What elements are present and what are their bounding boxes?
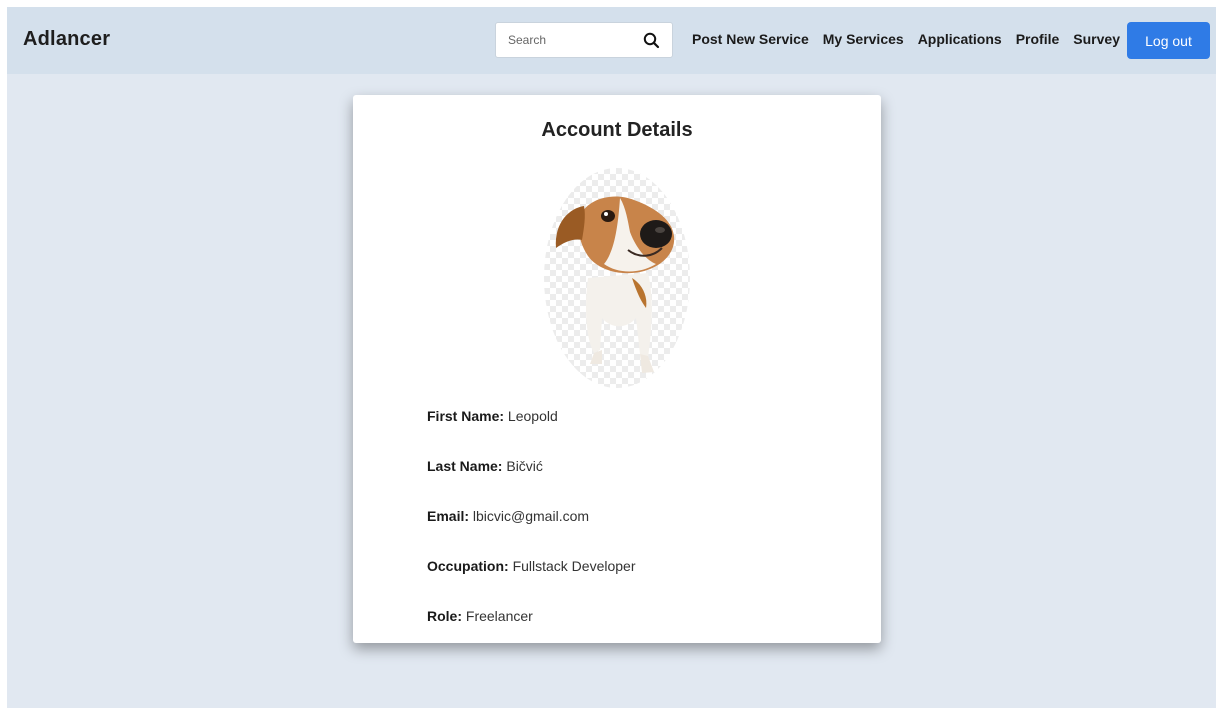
field-label: First Name: — [427, 408, 505, 424]
search-input[interactable] — [496, 23, 648, 57]
field-occupation: Occupation: Fullstack Developer — [427, 558, 636, 608]
nav-link-applications[interactable]: Applications — [918, 31, 1002, 47]
avatar — [544, 168, 690, 388]
field-label: Email: — [427, 508, 470, 524]
search-box — [495, 22, 673, 58]
app-window: Adlancer Post New Service My Services Ap… — [7, 7, 1216, 708]
field-email: Email: lbicvic@gmail.com — [427, 508, 636, 558]
logout-button[interactable]: Log out — [1127, 22, 1210, 59]
nav-link-post-new-service[interactable]: Post New Service — [692, 31, 809, 47]
account-details-card: Account Details First Name: Leopold Last… — [353, 95, 881, 643]
nav-links: Post New Service My Services Application… — [692, 31, 1134, 47]
field-value: Fullstack Developer — [512, 558, 636, 574]
search-icon[interactable] — [642, 31, 662, 51]
account-fields: First Name: Leopold Last Name: Bičvić Em… — [427, 408, 636, 658]
nav-link-survey[interactable]: Survey — [1073, 31, 1120, 47]
field-label: Role: — [427, 608, 462, 624]
field-last-name: Last Name: Bičvić — [427, 458, 636, 508]
field-first-name: First Name: Leopold — [427, 408, 636, 458]
page-title: Account Details — [541, 119, 693, 141]
field-value: Bičvić — [506, 458, 543, 474]
field-value: Leopold — [507, 408, 558, 424]
top-navbar: Adlancer Post New Service My Services Ap… — [7, 7, 1216, 74]
brand-logo[interactable]: Adlancer — [23, 28, 110, 51]
field-label: Last Name: — [427, 458, 503, 474]
nav-link-my-services[interactable]: My Services — [823, 31, 904, 47]
nav-link-profile[interactable]: Profile — [1016, 31, 1060, 47]
field-label: Occupation: — [427, 558, 509, 574]
field-value: Freelancer — [465, 608, 533, 624]
field-value: lbicvic@gmail.com — [472, 508, 590, 524]
field-role: Role: Freelancer — [427, 608, 636, 658]
